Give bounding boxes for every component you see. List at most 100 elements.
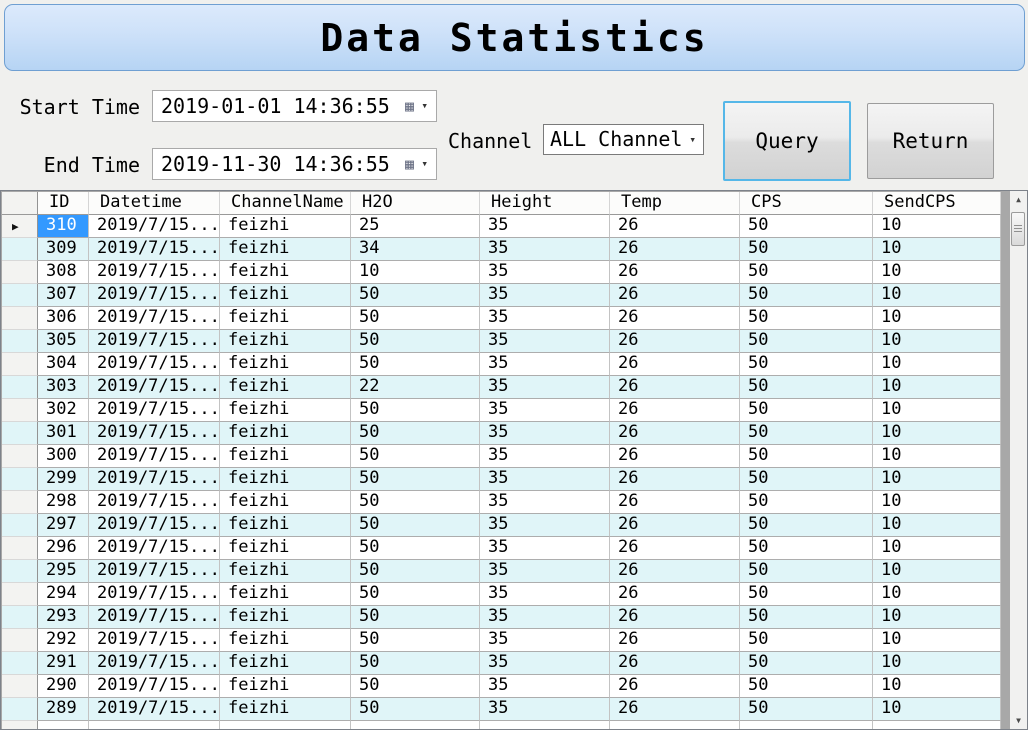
table-cell-channelname[interactable]: feizhi <box>220 675 351 698</box>
table-cell-id[interactable]: 308 <box>38 261 89 284</box>
table-cell-cps[interactable]: 50 <box>740 606 873 629</box>
table-cell-channelname[interactable]: feizhi <box>220 330 351 353</box>
scroll-up-button[interactable]: ▲ <box>1010 191 1027 208</box>
corner-cell[interactable] <box>2 192 38 215</box>
table-cell-cps[interactable]: 50 <box>740 514 873 537</box>
table-cell-datetime[interactable]: 2019/7/15... <box>89 422 220 445</box>
column-header-channelname[interactable]: ChannelName <box>220 192 351 215</box>
table-cell-h2o[interactable]: 50 <box>351 606 480 629</box>
table-cell-height[interactable] <box>480 721 610 729</box>
table-cell-height[interactable]: 35 <box>480 376 610 399</box>
row-header[interactable] <box>2 468 38 491</box>
row-header[interactable] <box>2 422 38 445</box>
table-cell-height[interactable]: 35 <box>480 307 610 330</box>
table-cell-temp[interactable]: 26 <box>610 307 740 330</box>
table-cell-cps[interactable]: 50 <box>740 537 873 560</box>
table-cell-h2o[interactable]: 50 <box>351 353 480 376</box>
table-cell-temp[interactable]: 26 <box>610 606 740 629</box>
table-cell-cps[interactable]: 50 <box>740 330 873 353</box>
table-cell-h2o[interactable]: 50 <box>351 698 480 721</box>
table-cell-datetime[interactable]: 2019/7/15... <box>89 353 220 376</box>
table-cell-id[interactable] <box>38 721 89 729</box>
table-cell-channelname[interactable]: feizhi <box>220 583 351 606</box>
table-cell-height[interactable]: 35 <box>480 583 610 606</box>
table-cell-sendcps[interactable]: 10 <box>873 445 1001 468</box>
table-cell-temp[interactable]: 26 <box>610 514 740 537</box>
table-cell-sendcps[interactable]: 10 <box>873 606 1001 629</box>
column-header-cps[interactable]: CPS <box>740 192 873 215</box>
table-cell-sendcps[interactable]: 10 <box>873 399 1001 422</box>
table-cell-channelname[interactable]: feizhi <box>220 537 351 560</box>
table-cell-height[interactable]: 35 <box>480 399 610 422</box>
column-header-datetime[interactable]: Datetime <box>89 192 220 215</box>
row-header[interactable] <box>2 445 38 468</box>
table-cell-height[interactable]: 35 <box>480 445 610 468</box>
table-cell-h2o[interactable]: 50 <box>351 537 480 560</box>
table-cell-id[interactable]: 293 <box>38 606 89 629</box>
table-cell-id[interactable]: 306 <box>38 307 89 330</box>
table-cell-channelname[interactable]: feizhi <box>220 468 351 491</box>
table-cell-h2o[interactable]: 50 <box>351 307 480 330</box>
table-cell-cps[interactable]: 50 <box>740 376 873 399</box>
table-cell-temp[interactable]: 26 <box>610 468 740 491</box>
table-cell-sendcps[interactable]: 10 <box>873 652 1001 675</box>
table-cell-datetime[interactable]: 2019/7/15... <box>89 376 220 399</box>
table-cell-id[interactable]: 298 <box>38 491 89 514</box>
table-cell-id[interactable]: 295 <box>38 560 89 583</box>
table-cell-height[interactable]: 35 <box>480 606 610 629</box>
table-cell-temp[interactable] <box>610 721 740 729</box>
table-cell-temp[interactable]: 26 <box>610 583 740 606</box>
row-header[interactable] <box>2 721 38 729</box>
table-cell-channelname[interactable]: feizhi <box>220 606 351 629</box>
row-header[interactable] <box>2 399 38 422</box>
table-cell-channelname[interactable]: feizhi <box>220 376 351 399</box>
table-cell-temp[interactable]: 26 <box>610 215 740 238</box>
return-button[interactable]: Return <box>867 103 994 179</box>
table-cell-h2o[interactable]: 22 <box>351 376 480 399</box>
table-cell-datetime[interactable]: 2019/7/15... <box>89 560 220 583</box>
table-cell-sendcps[interactable]: 10 <box>873 422 1001 445</box>
start-time-input[interactable]: 2019-01-01 14:36:55 ▦ ▾ <box>152 90 437 122</box>
chevron-down-icon[interactable]: ▾ <box>421 149 428 179</box>
table-cell-h2o[interactable]: 50 <box>351 652 480 675</box>
table-cell-datetime[interactable]: 2019/7/15... <box>89 445 220 468</box>
table-cell-height[interactable]: 35 <box>480 284 610 307</box>
table-cell-datetime[interactable]: 2019/7/15... <box>89 307 220 330</box>
table-cell-cps[interactable]: 50 <box>740 399 873 422</box>
table-cell-id[interactable]: 292 <box>38 629 89 652</box>
table-cell-cps[interactable]: 50 <box>740 698 873 721</box>
column-header-temp[interactable]: Temp <box>610 192 740 215</box>
table-cell-id[interactable]: 290 <box>38 675 89 698</box>
table-cell-h2o[interactable]: 10 <box>351 261 480 284</box>
table-cell-height[interactable]: 35 <box>480 652 610 675</box>
row-header[interactable] <box>2 330 38 353</box>
table-cell-cps[interactable]: 50 <box>740 284 873 307</box>
table-cell-datetime[interactable]: 2019/7/15... <box>89 238 220 261</box>
table-cell-id[interactable]: 307 <box>38 284 89 307</box>
table-cell-h2o[interactable]: 50 <box>351 629 480 652</box>
table-cell-channelname[interactable]: feizhi <box>220 652 351 675</box>
table-cell-cps[interactable]: 50 <box>740 675 873 698</box>
table-cell-datetime[interactable]: 2019/7/15... <box>89 261 220 284</box>
table-cell-id[interactable]: 304 <box>38 353 89 376</box>
end-time-input[interactable]: 2019-11-30 14:36:55 ▦ ▾ <box>152 148 437 180</box>
table-cell-id[interactable]: 301 <box>38 422 89 445</box>
calendar-icon[interactable]: ▦ <box>405 149 414 179</box>
table-cell-id[interactable]: 294 <box>38 583 89 606</box>
table-cell-temp[interactable]: 26 <box>610 491 740 514</box>
row-header[interactable] <box>2 238 38 261</box>
table-cell-id[interactable]: 309 <box>38 238 89 261</box>
table-cell-cps[interactable]: 50 <box>740 307 873 330</box>
row-header[interactable] <box>2 629 38 652</box>
table-cell-h2o[interactable]: 34 <box>351 238 480 261</box>
table-cell-channelname[interactable]: feizhi <box>220 491 351 514</box>
row-header[interactable] <box>2 261 38 284</box>
table-cell-temp[interactable]: 26 <box>610 284 740 307</box>
table-cell-sendcps[interactable]: 10 <box>873 353 1001 376</box>
table-cell-sendcps[interactable] <box>873 721 1001 729</box>
table-cell-channelname[interactable] <box>220 721 351 729</box>
table-cell-datetime[interactable]: 2019/7/15... <box>89 491 220 514</box>
table-cell-h2o[interactable]: 50 <box>351 491 480 514</box>
table-cell-sendcps[interactable]: 10 <box>873 307 1001 330</box>
table-cell-temp[interactable]: 26 <box>610 560 740 583</box>
